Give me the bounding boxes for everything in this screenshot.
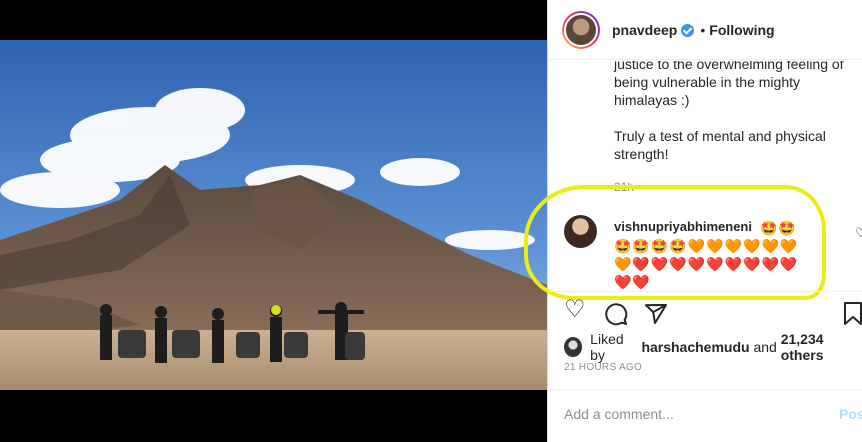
- caption-line: Truly a test of mental and physical stre…: [614, 128, 826, 162]
- verified-badge-icon: [681, 24, 695, 37]
- likes-middle: and: [753, 339, 777, 355]
- likes-summary: Liked by harshachemudu and 21,234 others: [564, 331, 862, 363]
- paper-plane-icon[interactable]: [644, 296, 668, 333]
- caption-age[interactable]: 21h: [614, 180, 634, 194]
- liker-username[interactable]: harshachemudu: [641, 339, 749, 355]
- likes-prefix: Liked by: [590, 331, 624, 363]
- comments-list[interactable]: justice to the overwhelming feeling of b…: [548, 61, 862, 291]
- separator-dot: •: [700, 21, 706, 38]
- add-comment-input[interactable]: [564, 404, 814, 424]
- author-avatar-image: [564, 12, 598, 47]
- post-header: pnavdeep • Following: [548, 0, 862, 60]
- post-comment-button[interactable]: Post: [839, 406, 862, 422]
- commenter-avatar[interactable]: [564, 215, 597, 248]
- post-photo[interactable]: [0, 40, 547, 390]
- bookmark-icon[interactable]: [844, 296, 862, 333]
- post-timestamp[interactable]: 21 HOURS AGO: [564, 362, 642, 373]
- comment-bubble-icon[interactable]: [604, 296, 628, 333]
- liker-avatar[interactable]: [564, 337, 583, 357]
- post-media-pane: [0, 0, 547, 442]
- following-button[interactable]: Following: [709, 22, 774, 38]
- add-comment-bar: Post: [548, 389, 862, 442]
- commenter-username[interactable]: vishnupriyabhimeneni: [614, 219, 752, 234]
- comment-heart-icon[interactable]: ♡: [855, 225, 862, 241]
- author-username[interactable]: pnavdeep: [612, 22, 677, 38]
- author-avatar[interactable]: [562, 10, 600, 49]
- post-detail-panel: pnavdeep • Following justice to the over…: [524, 0, 862, 442]
- likes-others-link[interactable]: 21,234 others: [781, 331, 862, 363]
- mountain-landscape-image: [0, 40, 547, 390]
- heart-outline-icon[interactable]: ♡: [564, 296, 586, 324]
- action-bar: ♡: [548, 291, 862, 331]
- caption-line: justice to the overwhelming feeling of b…: [614, 61, 844, 108]
- post-caption: justice to the overwhelming feeling of b…: [614, 61, 854, 181]
